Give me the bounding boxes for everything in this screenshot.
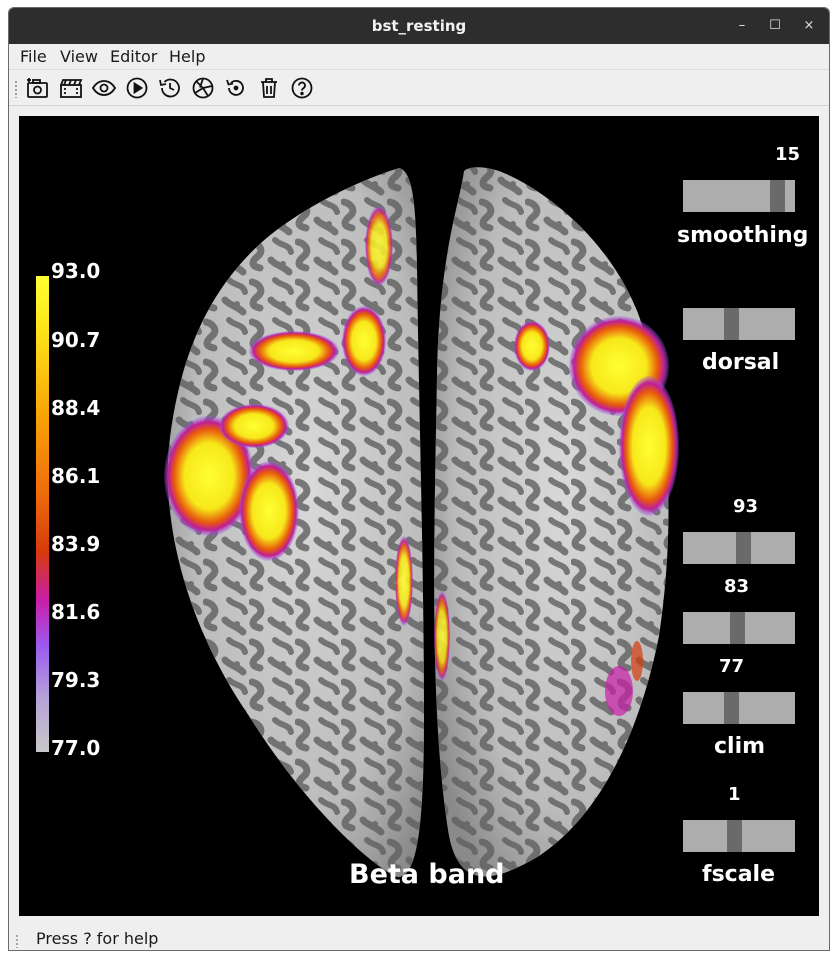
colorbar-label: 81.6 xyxy=(51,600,101,624)
colorbar xyxy=(36,276,49,752)
eye-icon[interactable] xyxy=(91,75,117,101)
band-label: Beta band xyxy=(349,859,505,890)
fscale-label: fscale xyxy=(702,862,776,887)
dorsal-slider[interactable] xyxy=(683,308,795,340)
clim-label: clim xyxy=(714,734,766,759)
reset-icon[interactable] xyxy=(223,75,249,101)
smoothing-label: smoothing xyxy=(677,223,809,248)
colorbar-label: 88.4 xyxy=(51,396,101,420)
close-button[interactable]: × xyxy=(799,16,819,36)
slider-handle[interactable] xyxy=(724,692,739,724)
window-title: bst_resting xyxy=(371,17,467,35)
toolbar-grip[interactable] xyxy=(14,80,18,98)
colorbar-label: 77.0 xyxy=(51,736,101,760)
slider-handle[interactable] xyxy=(736,532,751,564)
trash-icon[interactable] xyxy=(256,75,282,101)
clim-max-value: 93 xyxy=(733,496,759,517)
menu-file[interactable]: File xyxy=(20,47,47,66)
status-bar: Press ? for help xyxy=(9,926,829,950)
title-bar[interactable]: bst_resting – ☐ × xyxy=(9,8,829,44)
slider-handle[interactable] xyxy=(770,180,785,212)
status-text: Press ? for help xyxy=(36,929,159,948)
colorbar-label: 83.9 xyxy=(51,532,101,556)
slider-handle[interactable] xyxy=(727,820,742,852)
smoothing-value: 15 xyxy=(775,144,801,165)
screenshot-camera-icon[interactable] xyxy=(25,75,51,101)
aperture-icon[interactable] xyxy=(190,75,216,101)
colorbar-label: 93.0 xyxy=(51,259,101,283)
play-icon[interactable] xyxy=(124,75,150,101)
toolbar xyxy=(9,71,829,106)
menu-bar: File View Editor Help xyxy=(9,44,829,70)
colorbar-label: 79.3 xyxy=(51,668,101,692)
colorbar-label: 86.1 xyxy=(51,464,101,488)
colorbar-label: 90.7 xyxy=(51,328,101,352)
clim-min-slider[interactable] xyxy=(683,692,795,724)
menu-help[interactable]: Help xyxy=(169,47,205,66)
maximize-button[interactable]: ☐ xyxy=(765,16,785,36)
clim-mid-value: 83 xyxy=(724,576,750,597)
smoothing-slider[interactable] xyxy=(683,180,795,212)
dorsal-label: dorsal xyxy=(702,350,780,375)
clim-max-slider[interactable] xyxy=(683,532,795,564)
help-icon[interactable] xyxy=(289,75,315,101)
app-window: bst_resting – ☐ × File View Editor Help xyxy=(8,7,830,951)
menu-editor[interactable]: Editor xyxy=(110,47,157,66)
clim-min-value: 77 xyxy=(719,656,745,677)
brain-3d-viewport[interactable]: 93.0 90.7 88.4 86.1 83.9 81.6 79.3 77.0 … xyxy=(19,116,819,916)
slider-handle[interactable] xyxy=(730,612,745,644)
slider-handle[interactable] xyxy=(724,308,739,340)
fscale-slider[interactable] xyxy=(683,820,795,852)
movie-clapper-icon[interactable] xyxy=(58,75,84,101)
clim-mid-slider[interactable] xyxy=(683,612,795,644)
menu-view[interactable]: View xyxy=(60,47,98,66)
fscale-value: 1 xyxy=(728,784,741,805)
status-grip xyxy=(15,934,19,948)
minimize-button[interactable]: – xyxy=(732,16,752,36)
history-clock-icon[interactable] xyxy=(157,75,183,101)
